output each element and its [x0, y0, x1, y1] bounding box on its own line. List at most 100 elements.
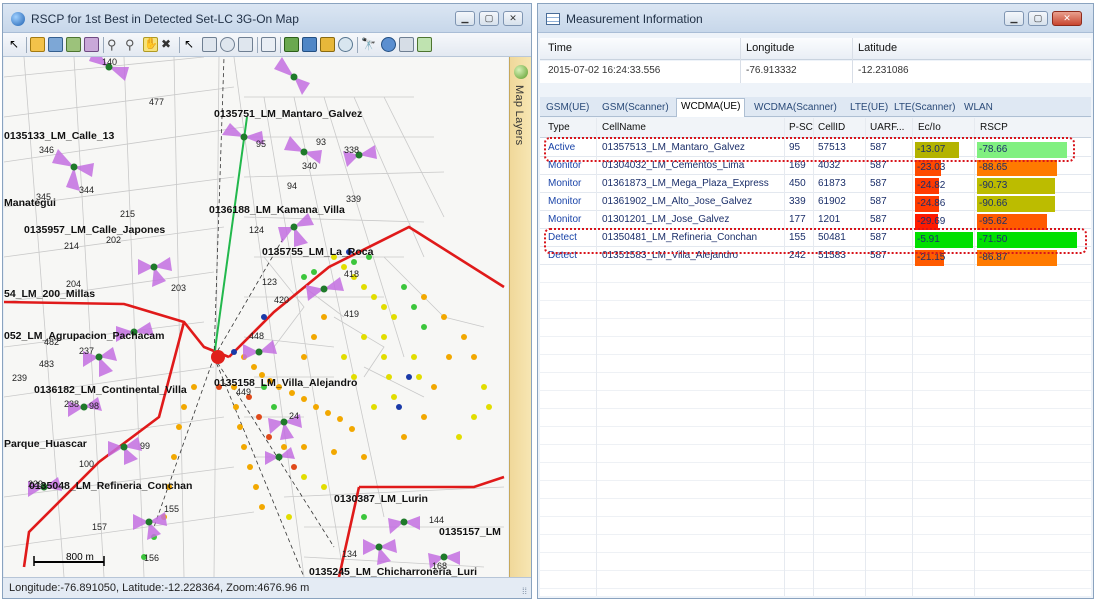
pan-hand-icon[interactable]: ✋ [143, 37, 158, 52]
tab-wcdma-ue[interactable]: WCDMA(UE) [676, 98, 746, 117]
layers-icon[interactable] [514, 65, 528, 79]
resize-grip-icon[interactable]: ⁞⁞ [522, 586, 527, 596]
cell-number: 24 [289, 411, 299, 421]
export-icon[interactable] [66, 37, 81, 52]
col-psc[interactable]: P-SC [789, 122, 813, 133]
longitude-header[interactable]: Longitude [746, 42, 794, 54]
select-poly-icon[interactable] [238, 37, 253, 52]
select-rect-icon[interactable] [202, 37, 217, 52]
globe-small-icon[interactable] [381, 37, 396, 52]
cell-number: 93 [316, 137, 326, 147]
type-cell: Monitor [548, 214, 582, 225]
select-icon[interactable]: ↖ [184, 37, 199, 52]
col-uarfcn[interactable]: UARF... [870, 122, 904, 133]
cell-number: 420 [274, 295, 289, 305]
site-label: 0135133_LM_Calle_13 [4, 130, 114, 142]
layer-add-icon[interactable] [284, 37, 299, 52]
select-circle-icon[interactable] [220, 37, 235, 52]
minimize-button[interactable]: ▁ [1004, 11, 1024, 26]
site-label: 0135048_LM_Refineria_Conchan [29, 480, 192, 492]
zoom-out-icon[interactable]: ⚲ [125, 37, 140, 52]
col-type[interactable]: Type [548, 122, 570, 133]
map-toolbar: ↖ ⚲ ⚲ ✋ ✖ ↖ 🔭 [3, 33, 531, 57]
map-layers-panel[interactable]: Map Layers [509, 57, 531, 577]
ruler-icon[interactable] [261, 37, 276, 52]
ecio-bar: -24.86 [915, 196, 945, 212]
tab-lte-scanner[interactable]: LTE(Scanner) [890, 100, 960, 117]
maximize-button[interactable]: ▢ [479, 11, 499, 26]
tab-lte-ue[interactable]: LTE(UE) [846, 100, 892, 117]
binoculars-icon[interactable]: 🔭 [361, 37, 376, 52]
column-divider[interactable] [784, 118, 785, 596]
close-button[interactable]: ✕ [1052, 11, 1082, 26]
wcdma-cell-table: Type CellName P-SC CellID UARF... Ec/Io … [540, 118, 1091, 596]
type-cell: Monitor [548, 178, 582, 189]
col-cellname[interactable]: CellName [602, 122, 646, 133]
minimize-button[interactable]: ▁ [455, 11, 475, 26]
column-divider[interactable] [974, 118, 975, 596]
cell-number: 449 [236, 387, 251, 397]
cell-number: 214 [64, 241, 79, 251]
fullextent-icon[interactable]: ✖ [161, 37, 176, 52]
maximize-button[interactable]: ▢ [1028, 11, 1048, 26]
column-divider[interactable] [596, 118, 597, 596]
site-label: 0136188_LM_Kamana_Villa [209, 204, 345, 216]
empty-row [540, 463, 1091, 481]
empty-row [540, 517, 1091, 535]
refresh-icon[interactable] [338, 37, 353, 52]
table-icon[interactable] [30, 37, 45, 52]
layer-style-icon[interactable] [320, 37, 335, 52]
layer-icon[interactable] [84, 37, 99, 52]
tab-wlan[interactable]: WLAN [960, 100, 997, 117]
map-canvas[interactable]: 0135751_LM_Mantaro_Galvez 0135133_LM_Cal… [4, 57, 508, 577]
cell-number: 448 [249, 331, 264, 341]
info-value-row: 2015-07-02 16:24:33.556 -76.913332 -12.2… [540, 61, 1091, 83]
tab-gsm-ue[interactable]: GSM(UE) [542, 100, 593, 117]
column-divider[interactable] [813, 118, 814, 596]
grid-icon[interactable] [417, 37, 432, 52]
psc-cell: 177 [789, 214, 806, 225]
table-row[interactable]: Monitor 01301201_LM_Jose_Galvez 177 1201 587… [540, 211, 1091, 230]
map-window-titlebar[interactable]: RSCP for 1st Best in Detected Set-LC 3G-… [3, 4, 531, 33]
column-divider[interactable] [912, 118, 913, 596]
cell-number: 140 [102, 57, 117, 67]
empty-row [540, 499, 1091, 517]
settings-icon[interactable] [399, 37, 414, 52]
col-rscp[interactable]: RSCP [980, 122, 1008, 133]
col-cellid[interactable]: CellID [818, 122, 845, 133]
rscp-bar-value: -90.66 [979, 198, 1008, 209]
cell-number: 215 [120, 209, 135, 219]
latitude-header[interactable]: Latitude [858, 42, 897, 54]
column-divider[interactable] [865, 118, 866, 596]
site-label: Parque_Huascar [4, 438, 87, 450]
zoom-in-icon[interactable]: ⚲ [107, 37, 122, 52]
tab-wcdma-scanner[interactable]: WCDMA(Scanner) [750, 100, 841, 117]
pointer-icon[interactable]: ↖ [9, 37, 24, 52]
globe-icon [11, 12, 25, 26]
cell-number: 419 [344, 309, 359, 319]
cellname-cell: 01301201_LM_Jose_Galvez [602, 214, 730, 225]
layer-edit-icon[interactable] [302, 37, 317, 52]
cell-number: 203 [171, 283, 186, 293]
uarfcn-cell: 587 [870, 178, 887, 189]
rscp-bar: -88.65 [977, 160, 1057, 176]
cell-number: 237 [79, 346, 94, 356]
table-row[interactable]: Monitor 01361873_LM_Mega_Plaza_Express 450… [540, 175, 1091, 194]
tab-gsm-scanner[interactable]: GSM(Scanner) [598, 100, 673, 117]
empty-row [540, 553, 1091, 571]
cell-number: 100 [79, 459, 94, 469]
chart-icon[interactable] [48, 37, 63, 52]
close-button[interactable]: ✕ [503, 11, 523, 26]
map-layers-label[interactable]: Map Layers [513, 85, 525, 145]
time-header[interactable]: Time [548, 42, 572, 54]
rscp-bar: -90.73 [977, 178, 1055, 194]
measurement-window-titlebar[interactable]: Measurement Information ▁ ▢ ✕ [538, 4, 1093, 33]
empty-row [540, 409, 1091, 427]
measurement-window-title: Measurement Information [566, 12, 703, 26]
col-ecio[interactable]: Ec/Io [918, 122, 941, 133]
type-cell: Monitor [548, 196, 582, 207]
ecio-bar-value: -23.03 [917, 162, 946, 173]
psc-cell: 339 [789, 196, 806, 207]
map-window-title: RSCP for 1st Best in Detected Set-LC 3G-… [31, 12, 299, 26]
table-row[interactable]: Monitor 01361902_LM_Alto_Jose_Galvez 339 61… [540, 193, 1091, 212]
